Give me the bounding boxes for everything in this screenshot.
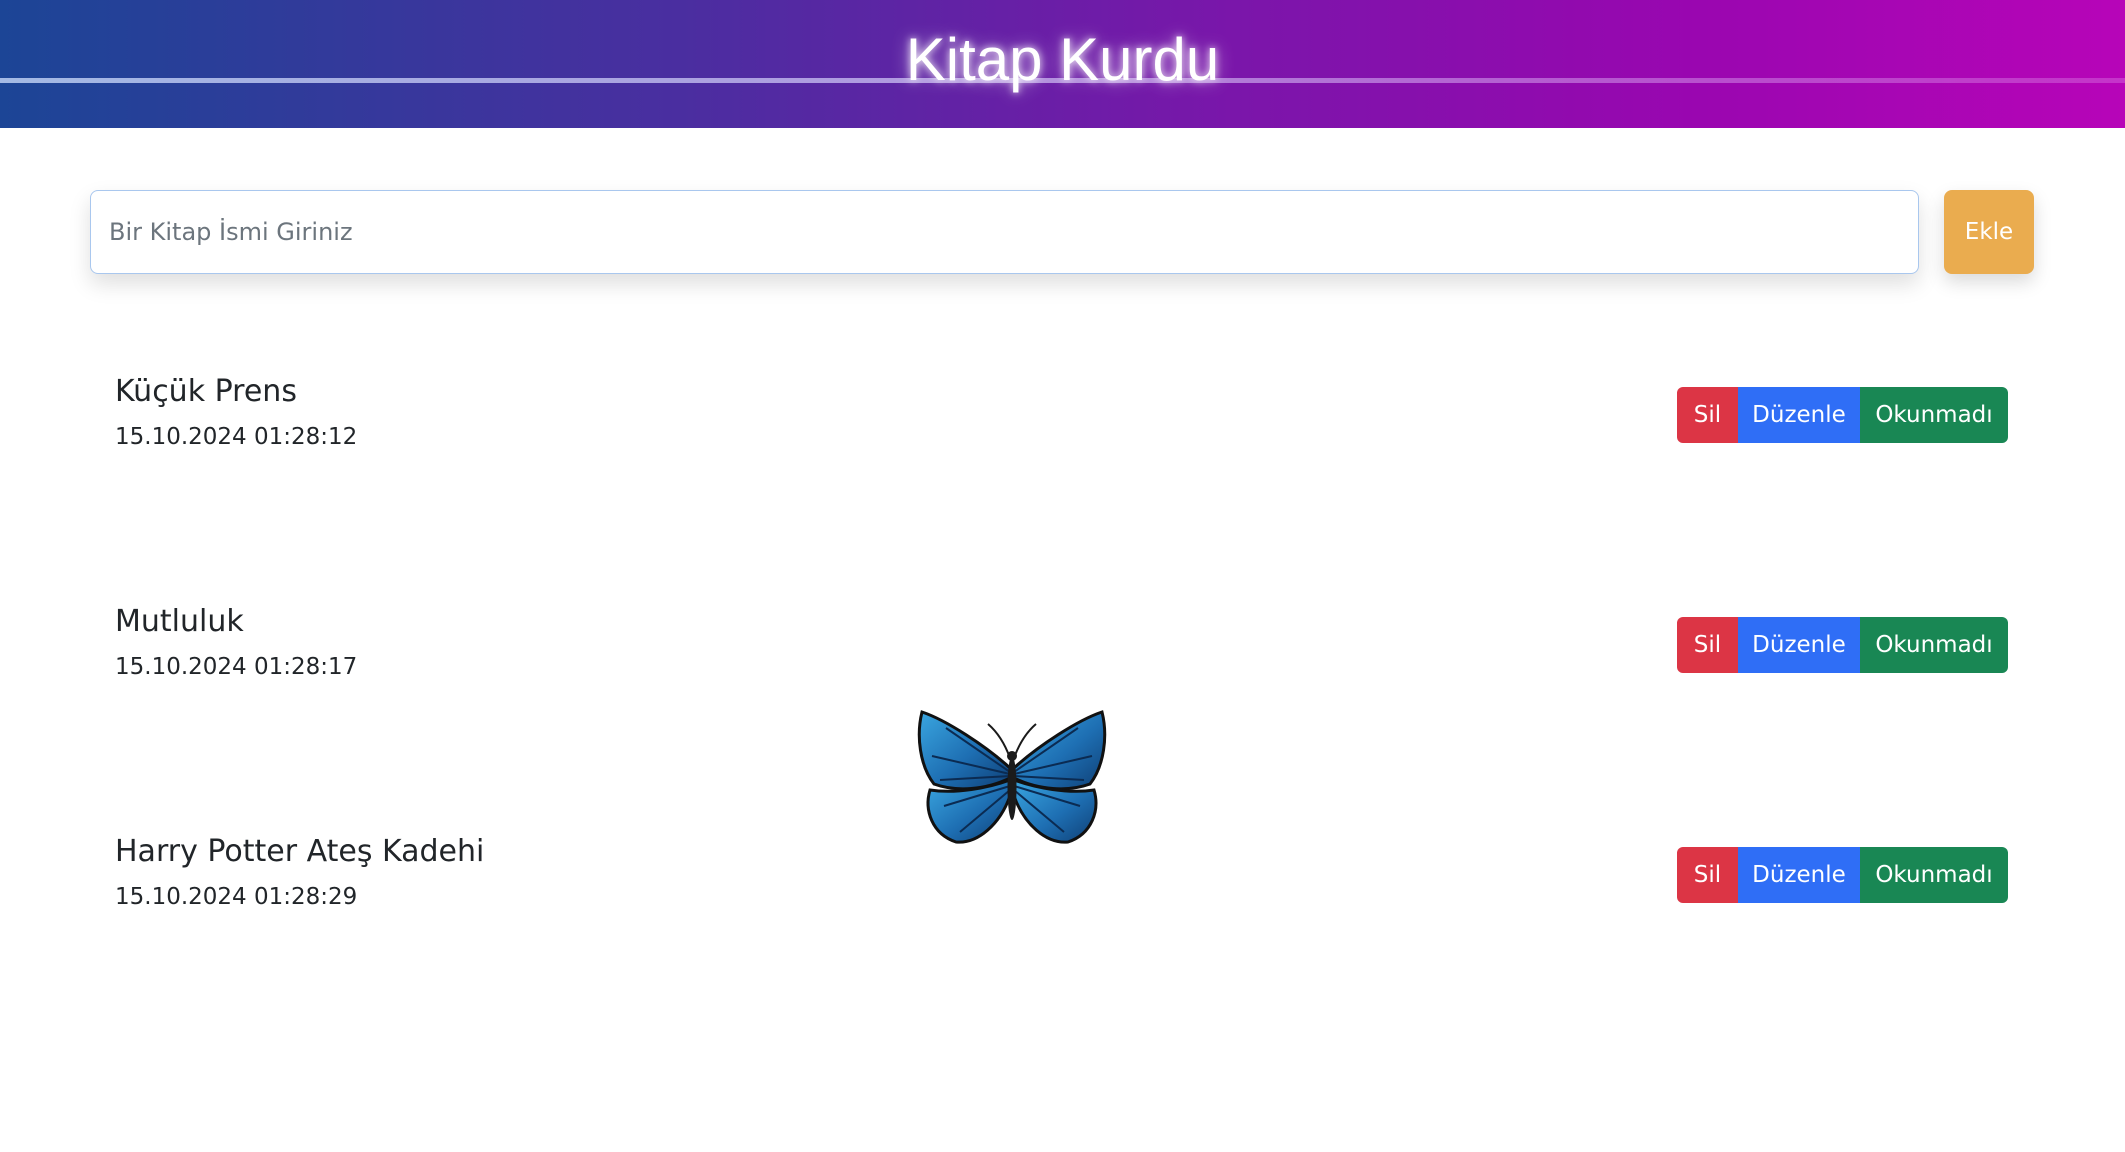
add-book-button[interactable]: Ekle — [1944, 190, 2034, 274]
book-date: 15.10.2024 01:28:12 — [115, 424, 358, 450]
book-list-item: Mutluluk 15.10.2024 01:28:17 Sil Düzenle… — [0, 602, 2125, 722]
book-title: Mutluluk — [115, 604, 244, 639]
read-status-button[interactable]: Okunmadı — [1860, 387, 2008, 443]
edit-button[interactable]: Düzenle — [1738, 387, 1860, 443]
page-title-text: Kitap Kurdu — [905, 26, 1220, 93]
read-status-button[interactable]: Okunmadı — [1860, 847, 2008, 903]
book-name-input[interactable] — [90, 190, 1919, 274]
book-list-item: Harry Potter Ateş Kadehi 15.10.2024 01:2… — [0, 832, 2125, 952]
read-status-button[interactable]: Okunmadı — [1860, 617, 2008, 673]
edit-button[interactable]: Düzenle — [1738, 847, 1860, 903]
delete-button[interactable]: Sil — [1677, 617, 1738, 673]
book-title: Küçük Prens — [115, 374, 297, 409]
book-action-group: Sil Düzenle Okunmadı — [1677, 847, 2008, 903]
butterfly-icon — [917, 710, 1107, 844]
app-header: Kitap Kurdu — [0, 0, 2125, 128]
book-action-group: Sil Düzenle Okunmadı — [1677, 617, 2008, 673]
delete-button[interactable]: Sil — [1677, 847, 1738, 903]
book-date: 15.10.2024 01:28:29 — [115, 884, 358, 910]
book-date: 15.10.2024 01:28:17 — [115, 654, 358, 680]
book-action-group: Sil Düzenle Okunmadı — [1677, 387, 2008, 443]
page-title: Kitap Kurdu — [0, 24, 2125, 96]
book-title: Harry Potter Ateş Kadehi — [115, 834, 485, 869]
edit-button[interactable]: Düzenle — [1738, 617, 1860, 673]
delete-button[interactable]: Sil — [1677, 387, 1738, 443]
book-list-item: Küçük Prens 15.10.2024 01:28:12 Sil Düze… — [0, 372, 2125, 492]
